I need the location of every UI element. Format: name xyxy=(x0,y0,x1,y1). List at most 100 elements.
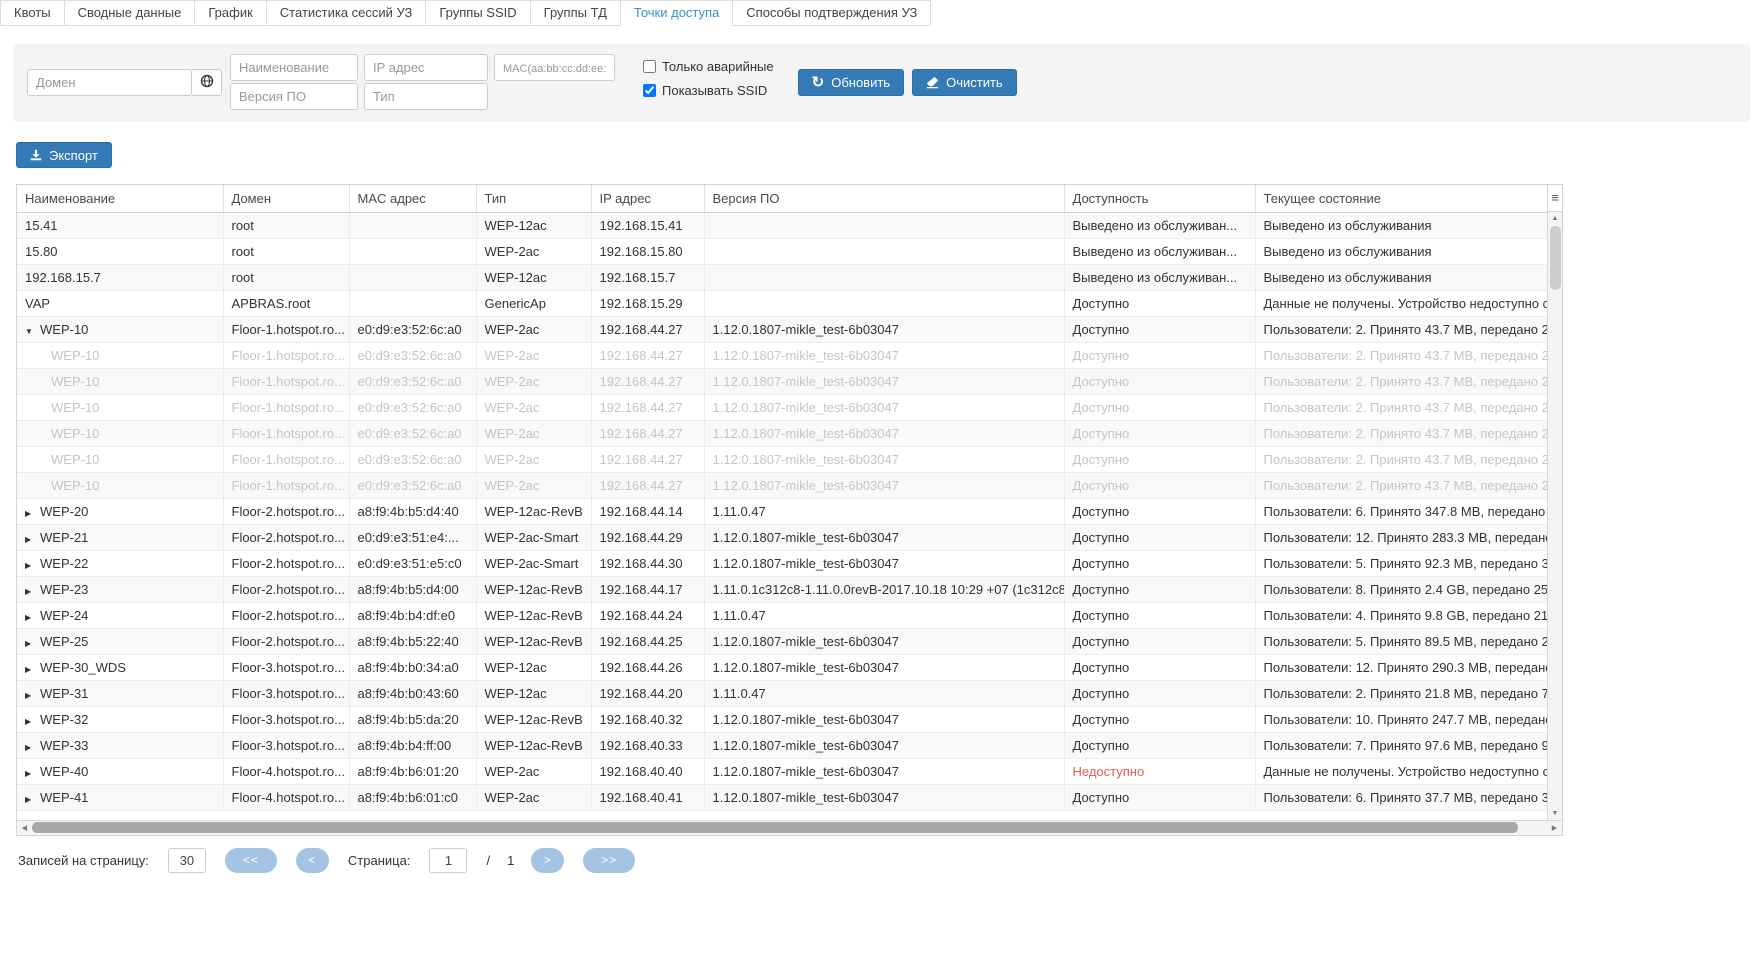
ap-name: 15.41 xyxy=(25,218,58,233)
column-header-2[interactable]: MAC адрес xyxy=(349,185,476,212)
domain-input[interactable] xyxy=(27,69,192,96)
expand-row-icon[interactable]: ▶ xyxy=(25,587,40,596)
table-row[interactable]: ▶WEP-22Floor-2.hotspot.ro...e0:d9:e3:51:… xyxy=(17,551,1547,577)
table-row[interactable]: WEP-10Floor-1.hotspot.ro...e0:d9:e3:52:6… xyxy=(17,473,1547,499)
horizontal-scrollbar[interactable]: ◀ ▶ xyxy=(17,820,1562,835)
table-row[interactable]: ▶WEP-41Floor-4.hotspot.ro...a8:f9:4b:b6:… xyxy=(17,785,1547,811)
show-ssid-checkbox[interactable] xyxy=(643,84,656,97)
table-row[interactable]: ▶WEP-32Floor-3.hotspot.ro...a8:f9:4b:b5:… xyxy=(17,707,1547,733)
table-row[interactable]: ▶WEP-21Floor-2.hotspot.ro...e0:d9:e3:51:… xyxy=(17,525,1547,551)
column-header-7[interactable]: Текущее состояние xyxy=(1255,185,1547,212)
column-header-3[interactable]: Тип xyxy=(476,185,591,212)
table-row[interactable]: ▶WEP-30_WDSFloor-3.hotspot.ro...a8:f9:4b… xyxy=(17,655,1547,681)
clear-button[interactable]: Очистить xyxy=(912,69,1017,96)
expand-row-icon[interactable]: ▶ xyxy=(25,613,40,622)
tab-grafik[interactable]: График xyxy=(194,0,266,26)
table-row[interactable]: ▶WEP-20Floor-2.hotspot.ro...a8:f9:4b:b5:… xyxy=(17,499,1547,525)
expand-row-icon[interactable]: ▶ xyxy=(25,691,40,700)
table-row[interactable]: ▶WEP-23Floor-2.hotspot.ro...a8:f9:4b:b5:… xyxy=(17,577,1547,603)
expand-row-icon[interactable]: ▶ xyxy=(25,535,40,544)
cell-version: 1.12.0.1807-mikle_test-6b03047 xyxy=(704,785,1064,811)
table-row[interactable]: ▼WEP-10Floor-1.hotspot.ro...e0:d9:e3:52:… xyxy=(17,317,1547,343)
cell-type: WEP-12ac xyxy=(476,681,591,707)
mac-input[interactable] xyxy=(494,54,615,81)
show-ssid-option[interactable]: Показывать SSID xyxy=(643,83,774,98)
table-row[interactable]: WEP-10Floor-1.hotspot.ro...e0:d9:e3:52:6… xyxy=(17,395,1547,421)
column-header-5[interactable]: Версия ПО xyxy=(704,185,1064,212)
clear-button-label: Очистить xyxy=(946,75,1003,90)
column-settings-button[interactable]: ≡ xyxy=(1548,185,1562,212)
tab-gruppy-td[interactable]: Группы ТД xyxy=(530,0,621,26)
cell-ip: 192.168.44.27 xyxy=(591,447,704,473)
pagination: Записей на страницу: << < Страница: / 1 … xyxy=(18,848,1763,873)
page-input[interactable] xyxy=(429,848,467,873)
ap-name: WEP-10 xyxy=(51,400,99,415)
cell-name: WEP-10 xyxy=(17,369,223,395)
scroll-right-icon[interactable]: ▶ xyxy=(1547,824,1562,832)
table-row[interactable]: ▶WEP-25Floor-2.hotspot.ro...a8:f9:4b:b5:… xyxy=(17,629,1547,655)
table-row[interactable]: WEP-10Floor-1.hotspot.ro...e0:d9:e3:52:6… xyxy=(17,343,1547,369)
column-header-1[interactable]: Домен xyxy=(223,185,349,212)
table-row[interactable]: WEP-10Floor-1.hotspot.ro...e0:d9:e3:52:6… xyxy=(17,421,1547,447)
column-header-6[interactable]: Доступность xyxy=(1064,185,1255,212)
vertical-scrollbar-track[interactable] xyxy=(1548,290,1562,807)
cell-type: WEP-12ac-RevB xyxy=(476,707,591,733)
table-row[interactable]: VAPAPBRAS.rootGenericAp192.168.15.29Дост… xyxy=(17,291,1547,317)
cell-version: 1.12.0.1807-mikle_test-6b03047 xyxy=(704,759,1064,785)
tab-tochki-dostupa[interactable]: Точки доступа xyxy=(620,0,733,26)
scroll-left-icon[interactable]: ◀ xyxy=(17,824,32,832)
scroll-down-icon[interactable]: ▼ xyxy=(1548,807,1562,820)
column-header-0[interactable]: Наименование xyxy=(17,185,223,212)
ip-input[interactable] xyxy=(364,54,488,81)
table-row[interactable]: ▶WEP-40Floor-4.hotspot.ro...a8:f9:4b:b6:… xyxy=(17,759,1547,785)
tab-kvoty[interactable]: Квоты xyxy=(0,0,65,26)
cell-state: Данные не получены. Устройство недоступн… xyxy=(1255,291,1547,317)
horizontal-scrollbar-thumb[interactable] xyxy=(32,822,1518,833)
scroll-up-icon[interactable]: ▲ xyxy=(1548,212,1562,225)
table-row[interactable]: 15.41rootWEP-12ac192.168.15.41Выведено и… xyxy=(17,213,1547,239)
name-input[interactable] xyxy=(230,54,358,81)
expand-row-icon[interactable]: ▶ xyxy=(25,639,40,648)
table-row[interactable]: 192.168.15.7rootWEP-12ac192.168.15.7Выве… xyxy=(17,265,1547,291)
cell-type: WEP-12ac-RevB xyxy=(476,733,591,759)
expand-row-icon[interactable]: ▶ xyxy=(25,665,40,674)
table-row[interactable]: WEP-10Floor-1.hotspot.ro...e0:d9:e3:52:6… xyxy=(17,447,1547,473)
filter-panel: Только аварийные Показывать SSID ↻ Обнов… xyxy=(13,44,1750,122)
prev-page-button[interactable]: < xyxy=(296,848,329,873)
tab-sposoby-podtverzhdeniya-uz[interactable]: Способы подтверждения УЗ xyxy=(732,0,931,26)
table-row[interactable]: ▶WEP-24Floor-2.hotspot.ro...a8:f9:4b:b4:… xyxy=(17,603,1547,629)
vertical-scrollbar-thumb[interactable] xyxy=(1550,226,1561,290)
tab-gruppy-ssid[interactable]: Группы SSID xyxy=(425,0,530,26)
collapse-row-icon[interactable]: ▼ xyxy=(25,327,40,336)
table-row[interactable]: ▶WEP-33Floor-3.hotspot.ro...a8:f9:4b:b4:… xyxy=(17,733,1547,759)
refresh-button[interactable]: ↻ Обновить xyxy=(798,69,904,96)
export-button[interactable]: Экспорт xyxy=(16,142,112,168)
column-header-4[interactable]: IP адрес xyxy=(591,185,704,212)
only-failed-option[interactable]: Только аварийные xyxy=(643,59,774,74)
tab-svodnye-dannye[interactable]: Сводные данные xyxy=(64,0,196,26)
expand-row-icon[interactable]: ▶ xyxy=(25,509,40,518)
type-input[interactable] xyxy=(364,83,488,110)
cell-mac: e0:d9:e3:51:e4:... xyxy=(349,525,476,551)
cell-version: 1.11.0.47 xyxy=(704,681,1064,707)
cell-ip: 192.168.44.24 xyxy=(591,603,704,629)
expand-row-icon[interactable]: ▶ xyxy=(25,769,40,778)
cell-name: 15.41 xyxy=(17,213,223,239)
next-page-button[interactable]: > xyxy=(531,848,564,873)
expand-row-icon[interactable]: ▶ xyxy=(25,795,40,804)
table-row[interactable]: ▶WEP-31Floor-3.hotspot.ro...a8:f9:4b:b0:… xyxy=(17,681,1547,707)
last-page-button[interactable]: >> xyxy=(583,848,635,873)
expand-row-icon[interactable]: ▶ xyxy=(25,743,40,752)
first-page-button[interactable]: << xyxy=(225,848,277,873)
only-failed-checkbox[interactable] xyxy=(643,60,656,73)
version-input[interactable] xyxy=(230,83,358,110)
expand-row-icon[interactable]: ▶ xyxy=(25,561,40,570)
expand-row-icon[interactable]: ▶ xyxy=(25,717,40,726)
table-row[interactable]: 15.80rootWEP-2ac192.168.15.80Выведено из… xyxy=(17,239,1547,265)
domain-picker-button[interactable] xyxy=(192,69,222,96)
per-page-input[interactable] xyxy=(168,848,206,873)
table-row[interactable]: WEP-10Floor-1.hotspot.ro...e0:d9:e3:52:6… xyxy=(17,369,1547,395)
tab-statistika-sessiy-uz[interactable]: Статистика сессий УЗ xyxy=(266,0,427,26)
vertical-scrollbar[interactable]: ▲ ▼ xyxy=(1548,212,1562,820)
cell-mac: a8:f9:4b:b0:34:a0 xyxy=(349,655,476,681)
